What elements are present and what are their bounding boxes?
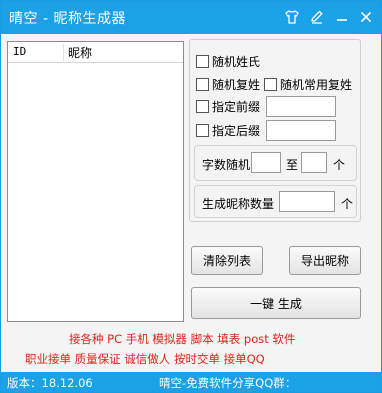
random-common-double-surname-checkbox[interactable]: 随机常用复姓	[264, 76, 352, 93]
word-count-label: 字数随机	[202, 158, 251, 172]
edit-icon[interactable]	[307, 7, 327, 27]
random-double-surname-checkbox[interactable]: 随机复姓	[196, 76, 260, 93]
count-label: 生成昵称数量	[202, 197, 275, 211]
word-count-group: 字数随机 至 个	[194, 145, 357, 181]
prefix-checkbox[interactable]: 指定前缀	[196, 98, 260, 115]
prefix-input[interactable]	[266, 96, 336, 117]
checkbox-label: 随机姓氏	[212, 55, 261, 69]
column-nickname[interactable]: 昵称	[68, 44, 92, 61]
word-count-max-input[interactable]	[301, 152, 327, 173]
share-text: 晴空-免费软件分享QQ群：	[159, 376, 297, 390]
promo-line-2: 职业接单 质量保证 诚信做人 按时交单 接单QQ	[25, 352, 265, 366]
checkbox-box[interactable]	[196, 55, 209, 68]
count-unit-label: 个	[341, 197, 354, 211]
close-icon[interactable]	[356, 7, 376, 27]
checkbox-label: 随机复姓	[212, 78, 261, 92]
checkbox-box[interactable]	[196, 100, 209, 113]
column-id[interactable]: ID	[13, 45, 26, 58]
checkbox-label: 指定后缀	[212, 124, 261, 138]
promo-line-1: 接各种 PC 手机 模拟器 脚本 填表 post 软件	[69, 332, 296, 346]
app-window: 晴空 - 昵称生成器 ID 昵称 随机姓氏 随机复姓 随机常用复姓 指定前缀 指…	[0, 0, 382, 393]
window-title: 晴空 - 昵称生成器	[9, 11, 126, 27]
suffix-checkbox[interactable]: 指定后缀	[196, 122, 260, 139]
checkbox-label: 随机常用复姓	[280, 78, 353, 92]
nickname-list[interactable]: ID 昵称	[7, 41, 184, 322]
options-panel: 随机姓氏 随机复姓 随机常用复姓 指定前缀 指定后缀 字数随机 至 个 生成昵称…	[189, 39, 361, 222]
count-group: 生成昵称数量 个	[194, 185, 357, 218]
title-bar[interactable]: 晴空 - 昵称生成器	[1, 1, 381, 34]
word-count-unit-label: 个	[333, 158, 346, 172]
checkbox-box[interactable]	[196, 78, 209, 91]
status-bar: 版本：18.12.06 晴空-免费软件分享QQ群：	[1, 372, 381, 392]
clear-list-button[interactable]: 清除列表	[191, 246, 263, 275]
random-surname-checkbox[interactable]: 随机姓氏	[196, 53, 260, 70]
checkbox-label: 指定前缀	[212, 100, 261, 114]
list-header: ID 昵称	[8, 42, 183, 63]
generate-button[interactable]: 一键 生成	[191, 287, 361, 319]
count-input[interactable]	[279, 191, 335, 212]
export-nickname-button[interactable]: 导出昵称	[289, 246, 361, 275]
shirt-icon[interactable]	[282, 7, 302, 27]
version-text: 版本：18.12.06	[7, 376, 93, 390]
word-count-min-input[interactable]	[251, 152, 281, 173]
minimize-icon[interactable]	[332, 7, 352, 27]
to-label: 至	[286, 158, 299, 172]
column-divider[interactable]	[63, 44, 64, 61]
checkbox-box[interactable]	[264, 78, 277, 91]
suffix-input[interactable]	[266, 120, 336, 141]
checkbox-box[interactable]	[196, 124, 209, 137]
